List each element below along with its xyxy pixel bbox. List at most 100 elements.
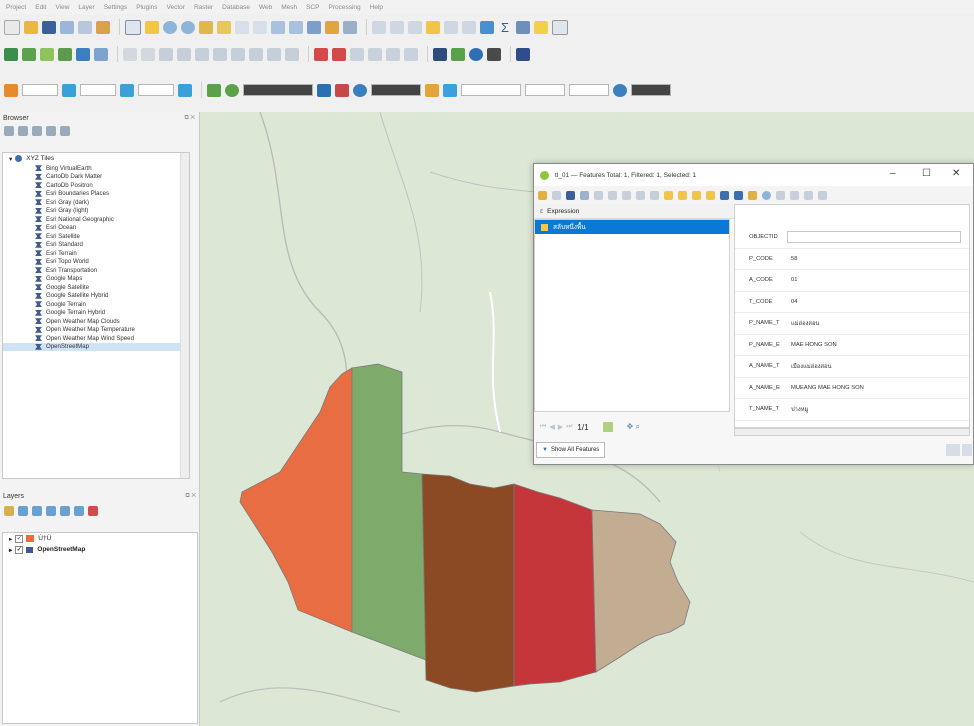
map-tips-icon[interactable]	[552, 19, 568, 35]
scp-zoom-icon-2[interactable]	[613, 83, 627, 97]
zoom-out-icon[interactable]	[181, 20, 195, 34]
open-project-icon[interactable]	[24, 20, 38, 34]
add-raster-icon[interactable]	[22, 47, 36, 61]
pan-to-selection-icon[interactable]	[145, 20, 159, 34]
add-delimited-icon[interactable]	[40, 47, 54, 61]
field-value[interactable]: 58	[787, 254, 961, 264]
edit-icon[interactable]	[141, 47, 155, 61]
add-vector-icon[interactable]	[4, 47, 18, 61]
maximize-button[interactable]: ☐	[922, 168, 931, 179]
expand-all-icon[interactable]	[60, 506, 70, 516]
browser-item[interactable]: Open Weather Map Wind Speed	[3, 334, 189, 343]
table-view-icon[interactable]	[962, 444, 972, 456]
undo-icon[interactable]	[267, 47, 281, 61]
add-postgis-icon[interactable]	[76, 47, 90, 61]
collapse-all-icon[interactable]	[74, 506, 84, 516]
band-combo-3[interactable]	[138, 84, 174, 96]
browser-item[interactable]: Google Satellite	[3, 283, 189, 292]
vertex-tool-icon[interactable]	[177, 47, 191, 61]
form-horizontal-scrollbar[interactable]	[734, 428, 970, 436]
actions-icon[interactable]	[818, 190, 827, 200]
pan-icon[interactable]	[125, 19, 141, 35]
refresh-icon[interactable]	[4, 126, 14, 136]
show-all-features-button[interactable]: ▼ Show All Features	[536, 442, 606, 458]
label-show-icon[interactable]	[350, 47, 364, 61]
add-selected-icon[interactable]	[18, 126, 28, 136]
cut-icon[interactable]	[622, 190, 631, 200]
layer-style-icon[interactable]	[4, 506, 14, 516]
save-edits-icon[interactable]	[566, 190, 575, 200]
scp-roi-icon[interactable]	[207, 83, 221, 97]
label-move-icon[interactable]	[368, 47, 382, 61]
copy-features-icon[interactable]	[231, 47, 245, 61]
annotation-icon[interactable]	[534, 20, 548, 34]
layers-float-close-icons[interactable]: ⧉ ✕	[185, 493, 196, 500]
field-value[interactable]: แม่ฮ่องสอน	[787, 318, 961, 328]
new-print-layout-icon[interactable]	[60, 20, 74, 34]
style-manager-icon[interactable]	[96, 20, 110, 34]
browser-item[interactable]: Google Terrain Hybrid	[3, 309, 189, 318]
browser-item[interactable]: Google Satellite Hybrid	[3, 292, 189, 301]
minimize-button[interactable]: –	[890, 168, 896, 179]
zoom-next-icon[interactable]	[289, 20, 303, 34]
field-calculator-icon[interactable]	[444, 20, 458, 34]
redo-icon[interactable]	[285, 47, 299, 61]
district-polygon-3[interactable]	[421, 473, 515, 693]
zoom-native-icon[interactable]	[253, 20, 267, 34]
browser-item[interactable]: Bing VirtualEarth	[3, 164, 189, 173]
globe-icon[interactable]	[433, 47, 447, 61]
deselect-all-icon[interactable]	[706, 190, 715, 200]
browser-item[interactable]: Esri Boundaries Places	[3, 190, 189, 199]
menu-item-database[interactable]: Database	[222, 4, 250, 11]
menu-item-scp[interactable]: SCP	[306, 4, 319, 11]
field-value[interactable]: 04	[787, 297, 961, 307]
layer-row-1[interactable]: ▸ ✓ Ù†Ù	[3, 533, 197, 544]
district-polygon-4[interactable]	[513, 483, 597, 687]
scp-search-icon[interactable]	[353, 83, 367, 97]
reload-icon[interactable]	[580, 190, 589, 200]
identify-icon[interactable]	[372, 20, 386, 34]
menu-item-processing[interactable]: Processing	[328, 4, 360, 11]
label-pin-icon[interactable]	[332, 47, 346, 61]
field-value[interactable]: เมืองแม่ฮ่องสอน	[787, 361, 961, 371]
remove-layer-icon[interactable]	[88, 506, 98, 516]
browser-item[interactable]: Google Maps	[3, 275, 189, 284]
browser-item[interactable]: Esri Transportation	[3, 266, 189, 275]
move-selection-top-icon[interactable]	[734, 190, 743, 200]
layer-row-2[interactable]: ▸ ✓ OpenStreetMap	[3, 544, 197, 555]
digitize-icon[interactable]	[123, 47, 137, 61]
panel-float-close-icons[interactable]: ⧉ ✕	[184, 115, 195, 122]
add-feature-icon[interactable]	[594, 190, 603, 200]
collapse-icon[interactable]	[46, 126, 56, 136]
new-project-icon[interactable]	[4, 19, 20, 35]
menu-item-vector[interactable]: Vector	[167, 4, 185, 11]
add-spatialite-icon[interactable]	[58, 47, 72, 61]
feature-list-item[interactable]: สลับหนึ่งพื้น	[535, 220, 729, 234]
add-feature-icon[interactable]	[159, 47, 173, 61]
browser-item[interactable]: CartoDb Dark Matter	[3, 173, 189, 182]
properties-icon[interactable]	[60, 126, 70, 136]
browser-item[interactable]: Esri National Geographic	[3, 215, 189, 224]
browser-item[interactable]: OpenStreetMap	[3, 342, 189, 351]
scp-band-icon[interactable]	[4, 83, 18, 97]
menu-item-layer[interactable]: Layer	[78, 4, 94, 11]
invert-selection-icon[interactable]	[692, 190, 701, 200]
menu-item-web[interactable]: Web	[259, 4, 272, 11]
select-by-expression-icon[interactable]	[664, 190, 673, 200]
multi-edit-icon[interactable]	[552, 190, 561, 200]
delete-selected-icon[interactable]	[195, 47, 209, 61]
settings-gear-icon[interactable]	[480, 20, 494, 34]
band-combo-1[interactable]	[22, 84, 58, 96]
temporal-icon[interactable]	[325, 20, 339, 34]
browser-item[interactable]: CartoDb Positron	[3, 181, 189, 190]
close-button[interactable]: ✕	[952, 168, 960, 179]
expression-bar[interactable]: ε Expression	[534, 204, 736, 219]
field-value[interactable]: 01	[787, 275, 961, 285]
pan-zoom-feature-icon[interactable]: ✥ ⌕	[627, 422, 640, 432]
next-feature-icon[interactable]: ▶	[558, 423, 563, 431]
statistics-icon[interactable]	[462, 20, 476, 34]
plugin-icon[interactable]	[451, 47, 465, 61]
last-feature-icon[interactable]: ⏭	[566, 423, 572, 431]
pan-to-selected-icon[interactable]	[748, 190, 757, 200]
paste-icon[interactable]	[650, 190, 659, 200]
